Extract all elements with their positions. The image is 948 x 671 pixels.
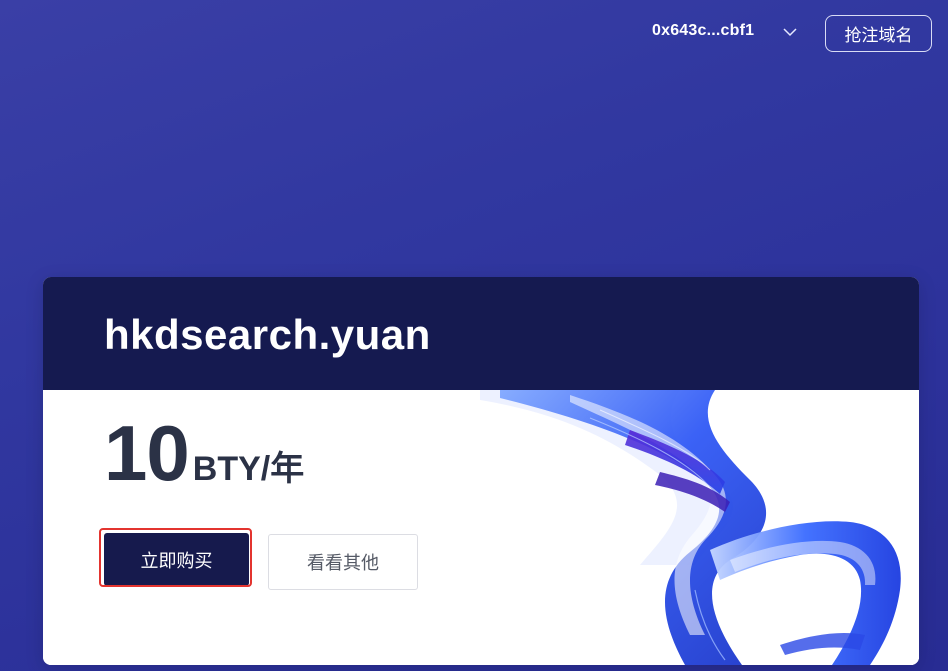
register-domain-button[interactable]: 抢注域名 bbox=[825, 15, 932, 52]
top-bar: 0x643c...cbf1 抢注域名 bbox=[0, 0, 948, 70]
price: 10 BTY/年 bbox=[104, 412, 304, 494]
price-amount: 10 bbox=[104, 409, 190, 497]
price-unit: BTY/年 bbox=[192, 450, 305, 488]
buy-now-button[interactable]: 立即购买 bbox=[104, 533, 249, 586]
see-others-button[interactable]: 看看其他 bbox=[268, 534, 418, 590]
card-header: hkdsearch.yuan bbox=[43, 277, 919, 390]
chevron-down-icon[interactable] bbox=[783, 27, 797, 37]
domain-card: hkdsearch.yuan 10 BTY/年 立即购买 看看其他 bbox=[43, 277, 919, 665]
domain-name: hkdsearch.yuan bbox=[104, 311, 431, 358]
wallet-address[interactable]: 0x643c...cbf1 bbox=[652, 22, 754, 40]
decorative-wave-image bbox=[480, 390, 919, 665]
card-body: 10 BTY/年 立即购买 看看其他 bbox=[43, 390, 919, 665]
